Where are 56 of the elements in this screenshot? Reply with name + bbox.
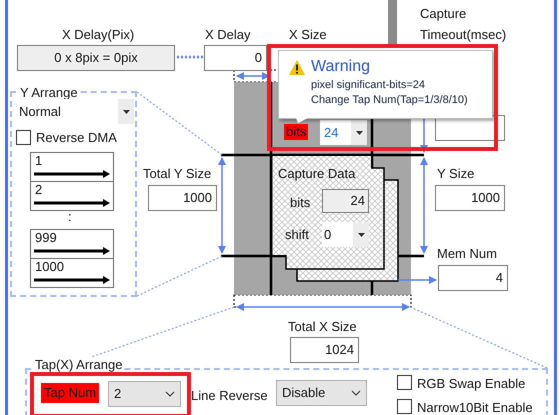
field-label: bits [290,194,310,212]
line-number: 999 [35,230,57,245]
column-bar [388,0,397,45]
input-field[interactable]: 1024 [290,337,359,363]
line-number: 1 [35,153,42,168]
field-label: Mem Num [437,245,497,263]
arrow-icon [34,276,110,284]
field-label: Tap Num [41,383,100,403]
line-number: 2 [35,182,42,197]
panel-title: Tap(X) Arrange [33,357,124,372]
field-label: X Size [289,26,327,44]
field-label: Timeout(msec) [420,26,506,44]
tooltip-text: pixel significant-bits=24 [310,78,426,93]
leader-line [177,56,203,58]
field-label: Total Y Size [143,165,212,183]
input-field[interactable]: 0 x 8pix = 0pix [17,45,175,71]
dimension-arrow [236,72,270,80]
caret-down-icon [356,130,362,134]
caret-down-icon [122,110,130,114]
dropdown[interactable]: 0 [322,222,369,247]
field-label: Total X Size [288,318,357,336]
input-field[interactable]: 0 [204,45,267,71]
dropdown[interactable]: 24 [320,120,367,145]
tooltip-title: Warning [311,57,370,77]
line-number: 1000 [35,259,64,274]
checkbox[interactable] [397,399,412,414]
checkbox-label: Reverse DMA [36,129,117,147]
chevron-down-icon [351,390,361,396]
checkbox[interactable] [16,130,31,145]
chevron-down-icon [165,391,175,397]
input-field[interactable]: 4 [438,265,508,291]
caret-down-icon [358,232,364,236]
input-field[interactable]: 24 [322,189,369,213]
ellipsis-mark: : [68,210,72,224]
checkbox[interactable] [397,375,412,390]
pointer-arrow [398,276,437,284]
field-label: X Delay [205,26,251,44]
dropdown[interactable]: Normal [18,99,134,124]
field-label: Capture [420,5,466,23]
field-label: X Delay(Pix) [62,26,134,44]
arrow-icon [34,247,110,255]
tooltip-text: Change Tap Num(Tap=1/3/8/10) [310,93,469,108]
warning-icon [289,60,305,74]
field-label: Line Reverse [191,387,268,405]
field-label: bits [284,124,308,140]
arrow-icon [34,199,110,207]
arrow-icon [34,170,110,178]
checkbox-label: RGB Swap Enable [417,375,526,393]
dropdown[interactable]: Disable [276,380,367,406]
checkbox-label: Narrow10Bit Enable [417,399,533,415]
field-label: Y Size [437,165,474,183]
input-field[interactable]: 1000 [148,185,217,211]
field-label: shift [285,226,309,244]
panel-title: Capture Data [278,165,356,183]
dropdown[interactable]: 2 [108,381,181,407]
input-field[interactable]: 1000 [435,185,505,211]
